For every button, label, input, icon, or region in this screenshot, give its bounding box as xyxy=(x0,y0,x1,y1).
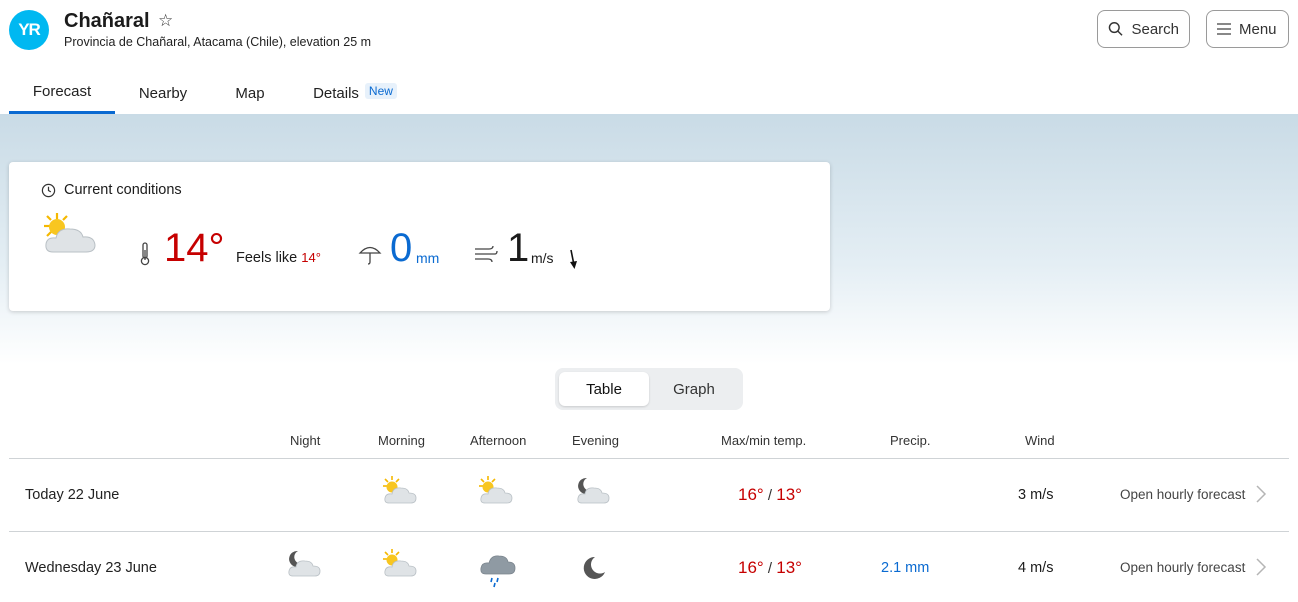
place-title: Chañaral xyxy=(64,10,150,32)
wind-unit: m/s xyxy=(531,250,554,266)
precipitation-unit: mm xyxy=(416,250,440,266)
max-temp: 16° xyxy=(738,558,764,577)
column-header-maxmin: Max/min temp. xyxy=(721,433,807,448)
tab-map[interactable]: Map xyxy=(215,72,285,114)
precipitation-value: 2.1 mm xyxy=(881,560,930,576)
place-subtitle: Provincia de Chañaral, Atacama (Chile), … xyxy=(64,35,372,49)
top-bar: YR Chañaral ☆ Provincia de Chañaral, Ata… xyxy=(0,0,1298,72)
menu-button[interactable]: Menu xyxy=(1206,10,1289,48)
column-header-precip: Precip. xyxy=(890,433,931,448)
search-button[interactable]: Search xyxy=(1097,10,1190,48)
current-conditions-card: Current conditions 14° Feels like 14° 0 … xyxy=(9,162,830,311)
thermometer-icon xyxy=(140,242,150,266)
umbrella-icon xyxy=(358,246,382,265)
current-conditions-header: Current conditions xyxy=(41,182,182,198)
day-label: Wednesday 23 June xyxy=(25,560,157,576)
current-conditions-title: Current conditions xyxy=(64,182,182,198)
new-badge: New xyxy=(364,83,397,99)
open-hourly-forecast-link[interactable]: Open hourly forecast xyxy=(1120,560,1245,575)
partly-cloudy-day-icon xyxy=(44,213,96,253)
search-icon xyxy=(1108,21,1123,36)
yr-logo[interactable]: YR xyxy=(9,10,49,50)
max-temp: 16° xyxy=(738,485,764,504)
tab-forecast-label: Forecast xyxy=(32,83,92,100)
view-toggle: Table Graph xyxy=(555,368,743,410)
feels-like: Feels like 14° xyxy=(236,250,321,266)
column-header-wind: Wind xyxy=(1025,433,1055,448)
wind-icon xyxy=(475,245,498,263)
table-divider xyxy=(9,531,1289,532)
favorite-star-icon[interactable]: ☆ xyxy=(158,11,173,31)
partly-cloudy-day-icon xyxy=(383,549,417,577)
current-wind-speed: 1 xyxy=(507,226,530,270)
day-label: Today 22 June xyxy=(25,487,120,503)
menu-label: Menu xyxy=(1239,20,1277,38)
partly-cloudy-day-icon xyxy=(383,476,417,504)
max-min-temperature: 16° / 13° xyxy=(738,485,802,504)
table-toggle-button[interactable]: Table xyxy=(559,372,649,406)
table-divider xyxy=(9,458,1289,459)
current-precipitation: 0 xyxy=(390,226,413,270)
max-min-temperature: 16° / 13° xyxy=(738,558,802,577)
rain-cloud-icon xyxy=(480,555,516,588)
wind-value: 3 m/s xyxy=(1018,487,1054,503)
tab-details-label: Details xyxy=(313,84,359,102)
tab-map-label: Map xyxy=(235,84,265,102)
graph-toggle-button[interactable]: Graph xyxy=(649,372,739,406)
column-header-morning: Morning xyxy=(378,433,425,448)
chevron-right-icon[interactable] xyxy=(1255,557,1267,577)
tab-forecast[interactable]: Forecast xyxy=(9,72,115,114)
tab-nearby[interactable]: Nearby xyxy=(120,72,206,114)
tab-nearby-label: Nearby xyxy=(138,84,188,102)
menu-icon xyxy=(1217,23,1231,35)
partly-cloudy-day-icon xyxy=(479,476,513,504)
search-label: Search xyxy=(1131,20,1179,38)
min-temp: 13° xyxy=(776,558,802,577)
wind-value: 4 m/s xyxy=(1018,560,1054,576)
partly-cloudy-night-icon xyxy=(288,550,321,577)
clock-icon xyxy=(41,183,56,197)
column-header-night: Night xyxy=(290,433,321,448)
tab-bar: Forecast Nearby Map Details New xyxy=(0,72,1298,114)
current-temperature: 14° xyxy=(164,226,225,270)
feels-like-value: 14° xyxy=(301,250,321,265)
wind-direction-arrow-icon xyxy=(570,249,577,269)
min-temp: 13° xyxy=(776,485,802,504)
tab-details[interactable]: Details New xyxy=(300,72,410,114)
partly-cloudy-night-icon xyxy=(577,477,610,504)
column-header-evening: Evening xyxy=(572,433,619,448)
chevron-right-icon[interactable] xyxy=(1255,484,1267,504)
clear-night-icon xyxy=(583,556,605,579)
feels-like-label: Feels like xyxy=(236,250,298,266)
column-header-afternoon: Afternoon xyxy=(470,433,527,448)
open-hourly-forecast-link[interactable]: Open hourly forecast xyxy=(1120,487,1245,502)
